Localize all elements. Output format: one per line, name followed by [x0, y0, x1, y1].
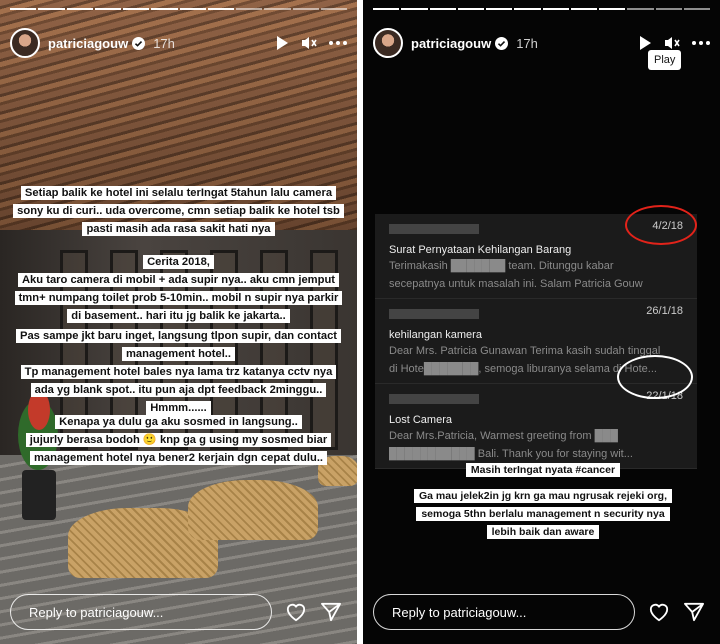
- email-subject: Lost Camera: [389, 414, 452, 426]
- email-date: 26/1/18: [646, 305, 683, 317]
- caption-line: Ga mau jelek2in jg krn ga mau ngrusak re…: [413, 489, 672, 503]
- more-options-icon[interactable]: [692, 41, 710, 45]
- story-progress-bar: [373, 8, 710, 11]
- caption-line: sony ku di curi.. uda overcome, cmn seti…: [13, 204, 344, 218]
- email-preview: Terimakasih ███████ team. Ditunggu kabar: [389, 260, 614, 272]
- avatar[interactable]: [10, 28, 40, 58]
- caption-line: Tp management hotel bales nya lama trz k…: [20, 365, 337, 379]
- redacted-sender: [389, 223, 479, 234]
- play-icon[interactable]: [638, 35, 652, 51]
- more-options-icon[interactable]: [329, 41, 347, 45]
- caption-line: semoga 5thn berlalu management n securit…: [416, 507, 670, 521]
- highlight-circle-white: [617, 355, 693, 399]
- reply-input[interactable]: Reply to patriciagouw...: [10, 594, 272, 630]
- caption-line: management hotel nya bener2 kerjain dgn …: [29, 451, 328, 465]
- story-right[interactable]: patriciagouw 17h Play 4/2/18 Surat Perny…: [363, 0, 720, 644]
- caption-line: Kenapa ya dulu ga aku sosmed in langsung…: [55, 415, 302, 429]
- caption-line: Cerita 2018,: [143, 255, 214, 269]
- caption-block: Masih terIngat nyata #cancer: [363, 460, 720, 478]
- story-progress-bar: [10, 8, 347, 11]
- caption-block: Cerita 2018, Aku taro camera di mobil + …: [0, 252, 357, 324]
- play-icon[interactable]: [275, 35, 289, 51]
- heart-icon[interactable]: [648, 602, 670, 622]
- caption-line: pasti masih ada rasa sakit hati nya: [82, 222, 275, 236]
- email-preview: secepatnya untuk masalah ini. Salam Patr…: [389, 278, 643, 290]
- caption-line: management hotel..: [121, 347, 236, 361]
- post-time: 17h: [516, 35, 538, 51]
- email-list: 4/2/18 Surat Pernyataan Kehilangan Baran…: [375, 214, 697, 469]
- caption-line: Setiap balik ke hotel ini selalu terInga…: [20, 186, 337, 200]
- send-icon[interactable]: [683, 602, 705, 622]
- verified-badge-icon: [495, 36, 509, 50]
- redacted-sender: [389, 308, 479, 319]
- email-preview: Dear Mrs.Patricia, Warmest greeting from…: [389, 430, 618, 442]
- mute-icon[interactable]: [664, 36, 680, 50]
- story-comparison: patriciagouw 17h Setiap balik ke hotel i…: [0, 0, 720, 644]
- heart-icon[interactable]: [285, 602, 307, 622]
- caption-line: di basement.. hari itu jg balik ke jakar…: [67, 309, 290, 323]
- story-left[interactable]: patriciagouw 17h Setiap balik ke hotel i…: [0, 0, 357, 644]
- caption-block: Setiap balik ke hotel ini selalu terInga…: [0, 183, 357, 237]
- send-icon[interactable]: [320, 602, 342, 622]
- caption-line: Aku taro camera di mobil + ada supir nya…: [17, 273, 340, 287]
- mute-icon[interactable]: [301, 36, 317, 50]
- caption-line: jujurly berasa bodoh 🙂 knp ga g using my…: [25, 433, 332, 447]
- caption-line: ada yg blank spot.. itu pun aja dpt feed…: [30, 383, 327, 397]
- caption-line: tmn+ numpang toilet prob 5-10min.. mobil…: [14, 291, 343, 305]
- rattan-bench: [68, 456, 357, 590]
- caption-block: Ga mau jelek2in jg krn ga mau ngrusak re…: [363, 486, 720, 540]
- redacted-sender: [389, 393, 479, 404]
- caption-line: Masih terIngat nyata #cancer: [465, 463, 621, 477]
- play-tooltip: Play: [648, 50, 682, 70]
- post-time: 17h: [153, 35, 175, 51]
- caption-line: Pas sampe jkt baru inget, langsung tlpon…: [15, 329, 342, 343]
- caption-block: Kenapa ya dulu ga aku sosmed in langsung…: [0, 412, 357, 466]
- email-subject: kehilangan kamera: [389, 329, 482, 341]
- username[interactable]: patriciagouw: [48, 36, 128, 51]
- caption-block: Pas sampe jkt baru inget, langsung tlpon…: [0, 326, 357, 416]
- email-subject: Surat Pernyataan Kehilangan Barang: [389, 244, 572, 256]
- username[interactable]: patriciagouw: [411, 36, 491, 51]
- story-header: patriciagouw 17h: [10, 26, 347, 60]
- reply-input[interactable]: Reply to patriciagouw...: [373, 594, 635, 630]
- avatar[interactable]: [373, 28, 403, 58]
- caption-line: lebih baik dan aware: [486, 525, 600, 539]
- highlight-circle-red: [625, 205, 697, 245]
- verified-badge-icon: [132, 36, 146, 50]
